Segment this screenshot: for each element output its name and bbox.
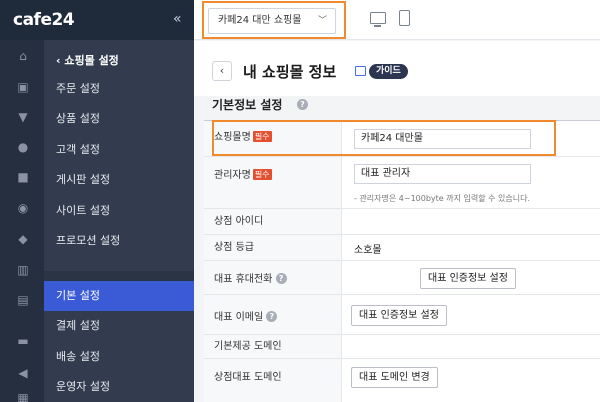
settings-submenu: ‹ 쇼핑몰 설정 주문 설정 상품 설정 고객 설정 게시판 설정 사이트 설정… — [44, 40, 194, 402]
back-button[interactable]: ‹ — [212, 61, 232, 81]
brand-bar: cafe24 « — [0, 0, 194, 40]
row-main-domain: 상점대표 도메인 대표 도메인 변경 — [204, 359, 600, 402]
row-shop-id: 상점 아이디 — [204, 209, 600, 235]
email-label: 대표 이메일 ? — [204, 295, 342, 334]
shop-grade-label: 상점 등급 — [204, 235, 342, 260]
submenu-title: 쇼핑몰 설정 — [64, 54, 119, 67]
help-icon[interactable]: ? — [297, 99, 308, 110]
user-icon[interactable]: ● — [16, 140, 30, 154]
cafe24-logo: cafe24 — [13, 10, 75, 30]
page-title: 내 쇼핑몰 정보 — [243, 63, 337, 81]
excel-icon[interactable]: ▤ — [16, 293, 30, 307]
menu-item-shipping[interactable]: 배송 설정 — [44, 342, 194, 372]
base-domain-label: 기본제공 도메인 — [204, 335, 342, 358]
shop-grade-value: 소호몰 — [354, 245, 382, 256]
basic-info-form: 쇼핑몰명 필수 카페24 대만몰 관리자명 필수 대표 관리자 - 관리자명은 4~… — [204, 120, 600, 402]
phone-label: 대표 휴대전화 ? — [204, 261, 342, 294]
email-label-text: 대표 이메일 — [214, 312, 264, 323]
shirt-icon[interactable]: ▼ — [16, 110, 30, 124]
shop-select-highlight — [202, 1, 346, 39]
menu-item-product[interactable]: 상품 설정 — [44, 104, 194, 134]
row-admin-name: 관리자명 필수 대표 관리자 - 관리자명은 4~100byte 까지 입력할 수… — [204, 157, 600, 209]
required-badge: 필수 — [252, 169, 272, 180]
menu-divider — [44, 271, 194, 281]
page-header: ‹ 내 쇼핑몰 정보 가이드 — [194, 41, 600, 96]
shop-id-label: 상점 아이디 — [204, 209, 342, 234]
megaphone-icon[interactable]: ◀ — [16, 366, 30, 380]
shop-name-highlight — [212, 120, 556, 156]
cart-icon[interactable]: ▣ — [16, 80, 30, 94]
menu-item-customer[interactable]: 고객 설정 — [44, 135, 194, 165]
main-domain-label: 상점대표 도메인 — [204, 359, 342, 402]
submenu-back[interactable]: ‹ 쇼핑몰 설정 — [56, 52, 119, 68]
settings-icon[interactable]: ▦ — [16, 391, 30, 402]
change-domain-button[interactable]: 대표 도메인 변경 — [351, 367, 438, 388]
menu-item-order[interactable]: 주문 설정 — [44, 74, 194, 104]
guide-button[interactable]: 가이드 — [369, 64, 408, 79]
row-phone: 대표 휴대전화 ? 대표 인증정보 설정 — [204, 261, 600, 295]
help-icon[interactable]: ? — [266, 311, 278, 322]
top-toolbar: 카페24 대만 쇼핑몰 ﹀ — [194, 0, 600, 40]
menu-item-payment[interactable]: 결제 설정 — [44, 311, 194, 341]
admin-name-note: - 관리자명은 4~100byte 까지 입력할 수 있습니다. — [354, 194, 531, 203]
phone-auth-button[interactable]: 대표 인증정보 설정 — [420, 268, 516, 289]
menu-item-board[interactable]: 게시판 설정 — [44, 165, 194, 195]
row-shop-grade: 상점 등급 소호몰 — [204, 235, 600, 261]
menu-item-site[interactable]: 사이트 설정 — [44, 196, 194, 226]
promotion-icon[interactable]: ◆ — [16, 232, 30, 246]
collapse-sidebar-icon[interactable]: « — [173, 11, 182, 27]
mobile-icon[interactable] — [399, 10, 410, 26]
icon-rail: ⌂ ▣ ▼ ● ■ ◉ ◆ ▥ ▤ ▬ ◀ ▦ — [0, 40, 44, 402]
stats-icon[interactable]: ▥ — [16, 263, 30, 277]
row-email: 대표 이메일 ? 대표 인증정보 설정 — [204, 295, 600, 335]
row-base-domain: 기본제공 도메인 — [204, 335, 600, 359]
menu-item-operator[interactable]: 운영자 설정 — [44, 372, 194, 402]
briefcase-icon[interactable]: ▬ — [16, 334, 30, 348]
admin-name-label-text: 관리자명 — [214, 170, 251, 181]
section-title: 기본정보 설정 — [212, 98, 283, 112]
home-icon[interactable]: ⌂ — [16, 49, 30, 63]
guide-icon — [355, 66, 366, 76]
phone-label-text: 대표 휴대전화 — [214, 274, 273, 285]
email-auth-button[interactable]: 대표 인증정보 설정 — [351, 305, 447, 326]
admin-name-input[interactable]: 대표 관리자 — [354, 164, 531, 184]
desktop-icon[interactable] — [370, 12, 386, 27]
menu-item-promotion[interactable]: 프로모션 설정 — [44, 226, 194, 256]
menu-item-basic[interactable]: 기본 설정 — [44, 281, 194, 311]
board-icon[interactable]: ■ — [16, 170, 30, 184]
palette-icon[interactable]: ◉ — [16, 201, 30, 215]
help-icon[interactable]: ? — [275, 273, 287, 284]
admin-name-label: 관리자명 필수 — [204, 157, 342, 208]
